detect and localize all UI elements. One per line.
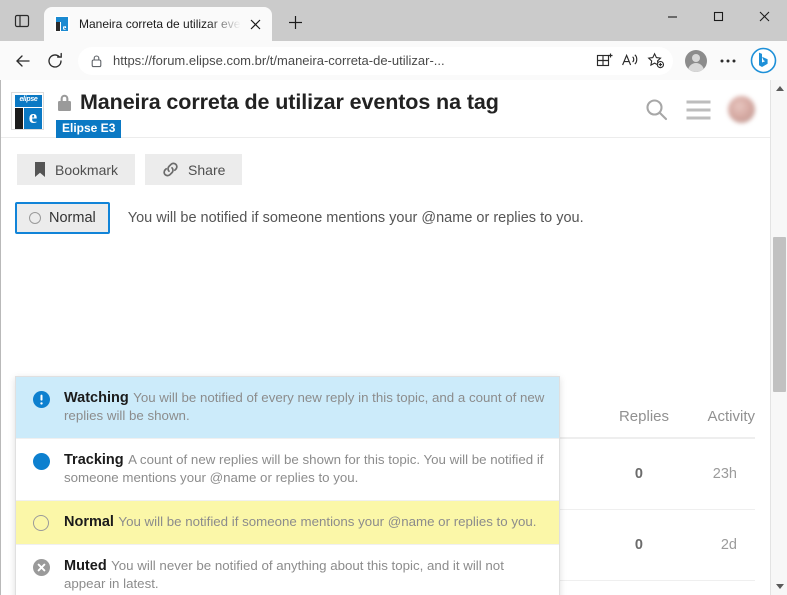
share-label: Share — [188, 162, 225, 178]
exclamation-circle-icon — [30, 389, 52, 408]
url-text: https://forum.elipse.com.br/t/maneira-co… — [113, 53, 591, 68]
logo-letter: e — [24, 108, 42, 129]
menu-item-tracking[interactable]: Tracking A count of new replies will be … — [16, 439, 559, 501]
tab-close-icon[interactable] — [244, 13, 266, 35]
column-header-replies[interactable]: Replies — [583, 398, 669, 438]
notification-level-description: You will be notified if someone mentions… — [128, 210, 584, 226]
close-button[interactable] — [741, 0, 787, 32]
page-scrollbar[interactable] — [770, 80, 787, 595]
elipse-favicon: e — [54, 16, 70, 32]
add-favorite-icon[interactable] — [643, 48, 669, 74]
cell-activity: 24d — [669, 581, 755, 595]
cell-replies: 0 — [583, 581, 669, 595]
notification-level-label: Normal — [49, 210, 96, 226]
topic-title-block: Maneira correta de utilizar eventos na t… — [56, 88, 644, 138]
lock-icon — [56, 93, 73, 112]
notification-level-menu: Watching You will be notified of every n… — [15, 376, 560, 595]
svg-text:e: e — [63, 23, 67, 32]
menu-item-title: Muted — [64, 558, 107, 574]
tab-title: Maneira correta de utilizar event — [79, 17, 244, 31]
menu-item-normal[interactable]: Normal You will be notified if someone m… — [16, 501, 559, 545]
cell-replies: 0 — [583, 510, 669, 581]
lock-icon — [90, 54, 103, 68]
menu-item-title: Normal — [64, 514, 114, 530]
browser-titlebar: e Maneira correta de utilizar event — [0, 0, 787, 41]
bookmark-icon — [34, 162, 46, 178]
browser-tab[interactable]: e Maneira correta de utilizar event — [44, 7, 272, 41]
x-circle-icon — [30, 557, 52, 576]
scroll-up-arrow-icon[interactable] — [771, 80, 787, 97]
page-viewport: elipse e Maneira correta de utilizar eve… — [0, 80, 787, 595]
topic-title-text: Maneira correta de utilizar eventos na t… — [80, 90, 499, 115]
reload-button[interactable] — [40, 46, 70, 76]
page-title: Maneira correta de utilizar eventos na t… — [56, 90, 644, 115]
circle-outline-icon — [29, 212, 41, 224]
browser-toolbar: https://forum.elipse.com.br/t/maneira-co… — [0, 41, 787, 80]
more-options-icon[interactable] — [713, 46, 743, 76]
menu-item-title: Tracking — [64, 452, 124, 468]
browser-window: e Maneira correta de utilizar event — [0, 0, 787, 595]
notification-level-button[interactable]: Normal — [15, 202, 110, 234]
menu-item-description: You will be notified of every new reply … — [64, 390, 544, 423]
address-bar[interactable]: https://forum.elipse.com.br/t/maneira-co… — [78, 47, 673, 75]
site-header: elipse e Maneira correta de utilizar eve… — [1, 80, 771, 137]
split-screen-icon[interactable] — [591, 48, 617, 74]
window-controls — [649, 0, 787, 41]
bookmark-label: Bookmark — [55, 162, 118, 178]
scroll-down-arrow-icon[interactable] — [771, 578, 787, 595]
cell-replies: 0 — [583, 438, 669, 510]
filled-circle-icon — [30, 451, 52, 470]
column-header-activity[interactable]: Activity — [669, 398, 755, 438]
cell-activity: 2d — [669, 510, 755, 581]
menu-item-description: You will be notified if someone mentions… — [118, 514, 536, 529]
menu-item-muted[interactable]: Muted You will never be notified of anyt… — [16, 545, 559, 595]
read-aloud-icon[interactable] — [617, 48, 643, 74]
minimize-button[interactable] — [649, 0, 695, 32]
profile-avatar-icon[interactable] — [681, 46, 711, 76]
avatar[interactable] — [728, 96, 755, 123]
tab-actions-icon[interactable] — [0, 0, 44, 41]
notification-level-row: Normal You will be notified if someone m… — [1, 202, 771, 234]
menu-item-description: A count of new replies will be shown for… — [64, 452, 544, 485]
menu-item-title: Watching — [64, 390, 129, 406]
share-button[interactable]: Share — [145, 154, 242, 185]
menu-item-description: You will never be notified of anything a… — [64, 558, 504, 591]
circle-outline-icon — [30, 513, 52, 531]
back-button[interactable] — [8, 46, 38, 76]
bookmark-button[interactable]: Bookmark — [17, 154, 135, 185]
elipse-logo[interactable]: elipse e — [11, 92, 44, 130]
search-icon[interactable] — [644, 97, 669, 122]
hamburger-menu-icon[interactable] — [685, 99, 712, 121]
link-icon — [162, 161, 179, 178]
forum-page: elipse e Maneira correta de utilizar eve… — [1, 80, 771, 595]
category-badge[interactable]: Elipse E3 — [56, 120, 121, 138]
logo-bar — [15, 108, 23, 129]
site-header-actions — [644, 88, 755, 123]
menu-item-watching[interactable]: Watching You will be notified of every n… — [16, 377, 559, 439]
bing-copilot-icon[interactable] — [747, 45, 779, 77]
logo-wordmark: elipse — [15, 95, 42, 107]
scrollbar-thumb[interactable] — [773, 237, 786, 392]
maximize-button[interactable] — [695, 0, 741, 32]
cell-activity: 23h — [669, 438, 755, 510]
new-tab-button[interactable] — [278, 5, 312, 39]
topic-actions: Bookmark Share — [1, 138, 771, 185]
